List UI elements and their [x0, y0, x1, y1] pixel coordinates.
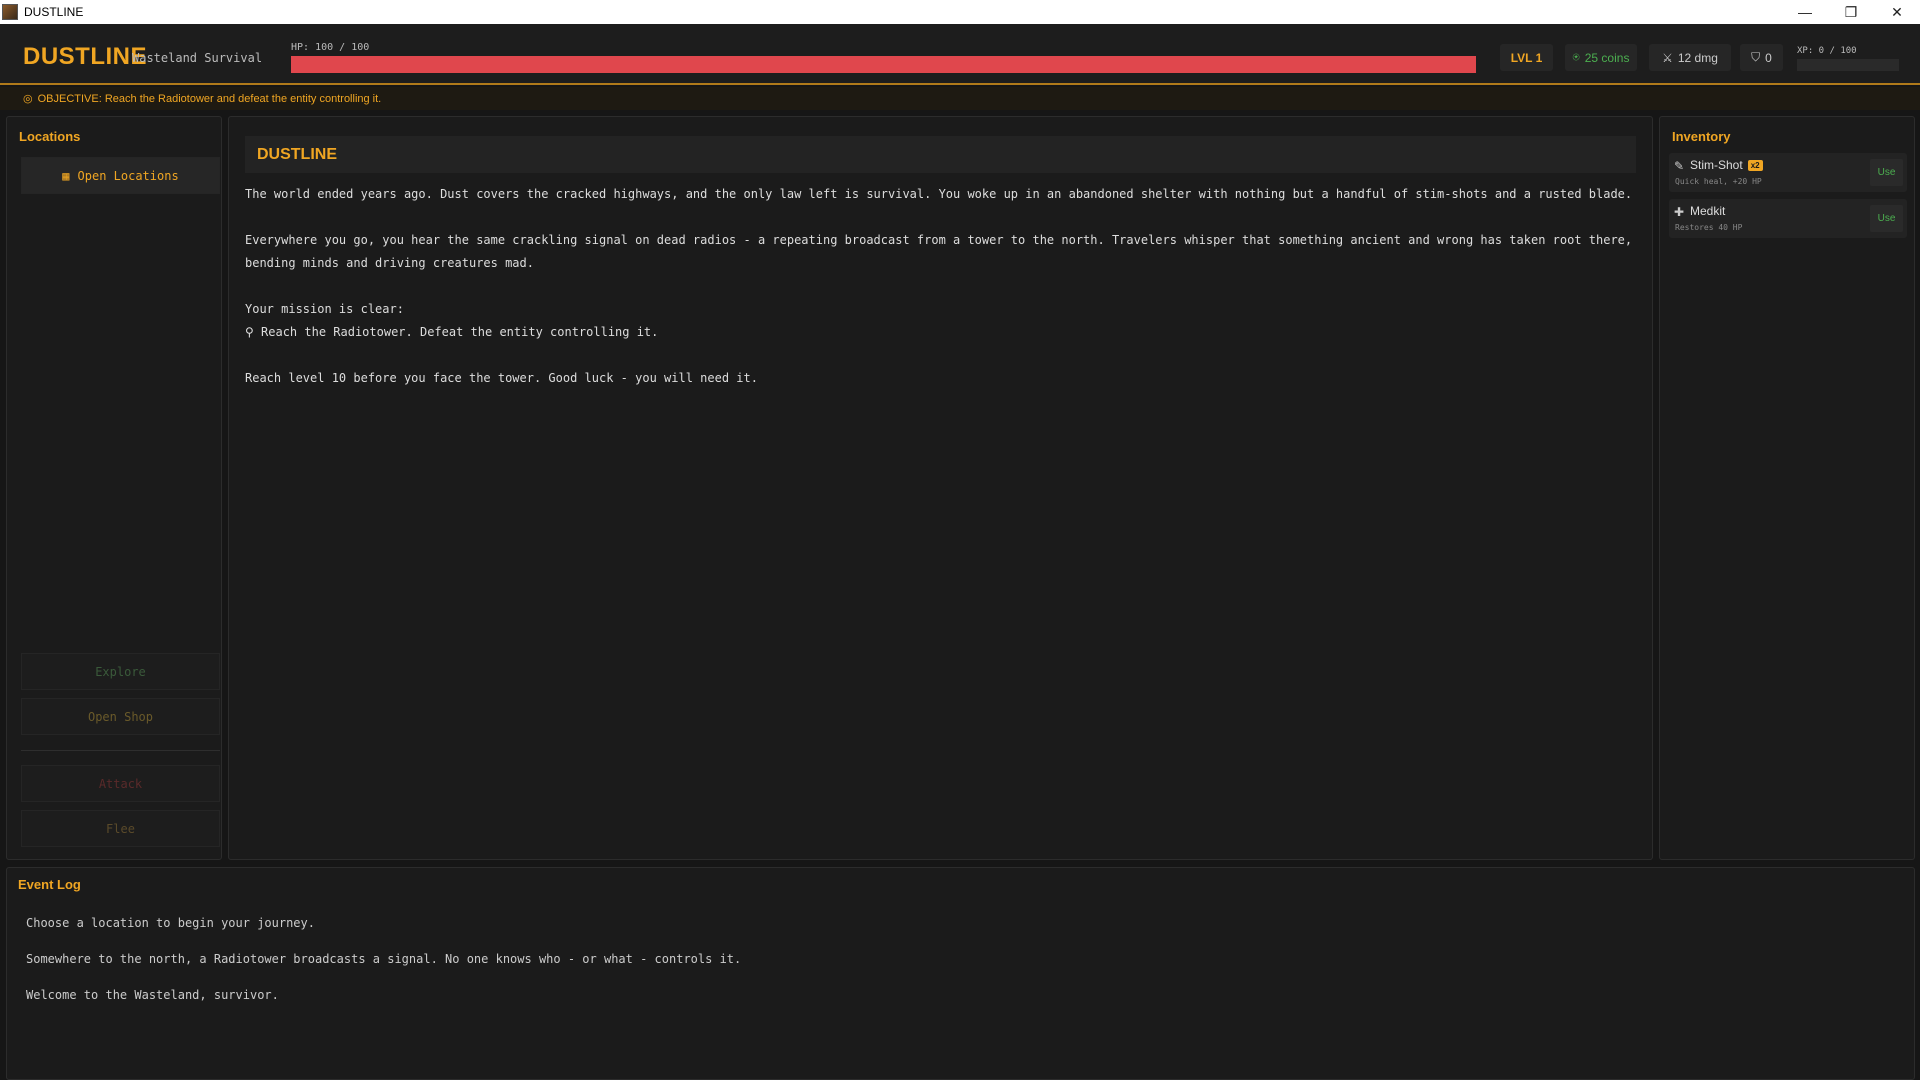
shield-icon: ⛉	[1751, 50, 1761, 64]
mission-text: Reach the Radiotower. Defeat the entity …	[261, 325, 659, 339]
level-badge: LVL 1	[1500, 44, 1553, 71]
defense-value: 0	[1765, 50, 1772, 65]
medkit-icon: ✚	[1674, 205, 1685, 219]
damage-value: 12 dmg	[1677, 50, 1718, 65]
damage-badge: ⚔ 12 dmg	[1649, 44, 1731, 71]
log-entry: Choose a location to begin your journey.	[26, 916, 315, 930]
use-button[interactable]: Use	[1870, 159, 1903, 186]
objective-text: OBJECTIVE: Reach the Radiotower and defe…	[37, 92, 382, 105]
hp-label: HP: 100 / 100	[291, 42, 370, 53]
radio-tower-icon: ⚲	[245, 325, 254, 339]
story-title: DUSTLINE	[245, 136, 1636, 173]
story-text: The world ended years ago. Dust covers t…	[245, 183, 1645, 413]
story-paragraph: Everywhere you go, you hear the same cra…	[245, 233, 1633, 270]
explore-button[interactable]: Explore	[21, 653, 220, 690]
maximize-icon[interactable]: ❐	[1828, 0, 1874, 24]
hp-bar	[291, 56, 1476, 73]
inventory-item-medkit: ✚ Medkit Restores 40 HP Use	[1669, 199, 1907, 238]
item-description: Quick heal, +20 HP	[1675, 177, 1762, 186]
story-panel: DUSTLINE The world ended years ago. Dust…	[228, 116, 1653, 860]
open-shop-button[interactable]: Open Shop	[21, 698, 220, 735]
item-description: Restores 40 HP	[1675, 223, 1743, 232]
minimize-icon[interactable]: —	[1782, 0, 1828, 24]
event-log-title: Event Log	[18, 877, 81, 892]
window-title: DUSTLINE	[24, 5, 84, 19]
coins-badge: ⍟ 25 coins	[1565, 44, 1637, 71]
flee-button[interactable]: Flee	[21, 810, 220, 847]
target-icon: ◎	[23, 93, 33, 105]
inventory-panel: Inventory ✎ Stim-Shot x2 Quick heal, +20…	[1659, 116, 1915, 860]
brand-title: DUSTLINE	[23, 43, 147, 70]
log-entry: Somewhere to the north, a Radiotower bro…	[26, 952, 742, 966]
story-paragraph: Your mission is clear:	[245, 302, 404, 316]
window-titlebar: DUSTLINE — ❐ ✕	[0, 0, 1920, 24]
attack-button[interactable]: Attack	[21, 765, 220, 802]
xp-label: XP: 0 / 100	[1797, 46, 1857, 56]
coins-value: 25 coins	[1584, 50, 1630, 65]
locations-panel: Locations ▦ Open Locations Explore Open …	[6, 116, 222, 860]
inventory-title: Inventory	[1672, 129, 1731, 144]
open-locations-button[interactable]: ▦ Open Locations	[21, 157, 220, 194]
divider	[21, 750, 220, 751]
hp-bar-fill	[291, 56, 1476, 73]
coin-icon: ⍟	[1572, 50, 1580, 64]
item-label: Stim-Shot	[1690, 158, 1743, 172]
log-entry: Welcome to the Wasteland, survivor.	[26, 988, 279, 1002]
event-log-list: Choose a location to begin your journey.…	[26, 905, 741, 1013]
map-icon: ▦	[62, 168, 70, 183]
quantity-badge: x2	[1747, 159, 1763, 171]
use-button[interactable]: Use	[1870, 205, 1903, 232]
app-icon	[2, 4, 18, 20]
inventory-item-stim-shot: ✎ Stim-Shot x2 Quick heal, +20 HP Use	[1669, 153, 1907, 192]
item-label: Medkit	[1690, 204, 1726, 218]
locations-title: Locations	[19, 129, 81, 144]
story-paragraph: The world ended years ago. Dust covers t…	[245, 187, 1633, 201]
item-name: Medkit	[1690, 204, 1725, 218]
event-log-panel: Event Log Choose a location to begin you…	[6, 867, 1915, 1080]
close-icon[interactable]: ✕	[1874, 0, 1920, 24]
sword-icon: ⚔	[1662, 50, 1673, 65]
story-paragraph: Reach level 10 before you face the tower…	[245, 371, 758, 385]
syringe-icon: ✎	[1674, 159, 1685, 173]
xp-bar	[1797, 59, 1899, 71]
defense-badge: ⛉ 0	[1740, 44, 1783, 71]
objective-bar: ◎ OBJECTIVE: Reach the Radiotower and de…	[0, 87, 1920, 110]
brand-subtitle: Wasteland Survival	[132, 51, 263, 65]
mission-line: ⚲ Reach the Radiotower. Defeat the entit…	[245, 321, 1645, 344]
item-name: Stim-Shot x2	[1690, 158, 1763, 172]
open-locations-label: Open Locations	[77, 168, 179, 183]
game-header: DUSTLINE Wasteland Survival HP: 100 / 10…	[0, 24, 1920, 85]
